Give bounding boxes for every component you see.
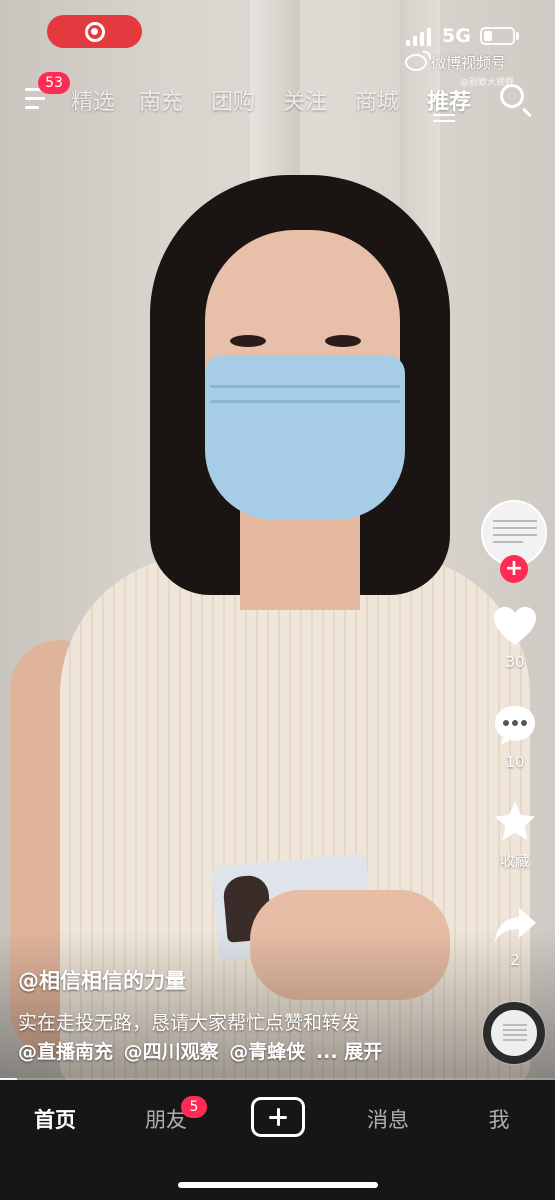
screen-record-indicator[interactable] [47,15,142,48]
cellular-signal-icon [406,28,431,46]
video-player[interactable] [0,0,555,1080]
home-indicator [178,1182,378,1188]
tab-featured[interactable]: 精选 [60,84,125,116]
author-name[interactable]: @相信相信的力量 [18,965,186,995]
comment-icon [487,703,543,747]
share-arrow-icon [487,905,543,945]
swap-arrows-icon [433,110,455,126]
face-mask [205,355,405,520]
like-button[interactable]: 30 [487,605,543,671]
mention-link[interactable]: @直播南充 [18,1041,113,1063]
watermark-text: 微博视频号 [431,54,507,72]
mention-link[interactable]: @四川观察 [124,1041,219,1063]
top-tab-bar: 精选 南充 团购 关注 商城 推荐 [60,84,485,116]
favorite-label: 收藏 [499,852,530,870]
tab-group-buy[interactable]: 团购 [197,84,269,116]
tab-local[interactable]: 南充 [125,84,197,116]
tab-home[interactable]: 首页 [15,1104,95,1134]
network-type: 5G [442,25,471,47]
heart-icon [492,605,538,647]
comment-button[interactable]: 10 [487,703,543,771]
mask-pleat [210,385,400,388]
expand-caption-button[interactable]: ... 展开 [316,1041,382,1063]
tab-following[interactable]: 关注 [269,84,341,116]
share-count: 2 [510,951,520,969]
favorite-button[interactable]: 收藏 [487,800,543,871]
record-icon [84,21,105,42]
person-eye [325,335,361,347]
music-disc-icon[interactable] [483,1002,545,1064]
follow-button[interactable]: + [500,555,528,583]
friends-badge: 5 [181,1096,207,1118]
tab-mall[interactable]: 商城 [341,84,413,116]
mention-link[interactable]: @青蜂侠 [229,1041,305,1063]
weibo-logo-icon [405,51,431,71]
comment-count: 10 [505,753,525,771]
battery-tip [516,32,519,40]
battery-icon [480,27,515,45]
tab-me[interactable]: 我 [459,1104,539,1134]
star-icon [487,800,543,844]
tab-messages[interactable]: 消息 [348,1104,428,1134]
share-button[interactable]: 2 [487,905,543,969]
mention-list: @直播南充 @四川观察 @青蜂侠 ... 展开 [18,1037,386,1064]
like-count: 30 [505,653,525,671]
search-icon[interactable] [500,84,524,108]
create-video-button[interactable] [251,1097,305,1137]
weibo-watermark: 微博视频号 [405,51,507,73]
mask-pleat [210,400,400,403]
person-eye [230,335,266,347]
video-description: 实在走投无路，恳请大家帮忙点赞和转发 [18,1012,361,1034]
